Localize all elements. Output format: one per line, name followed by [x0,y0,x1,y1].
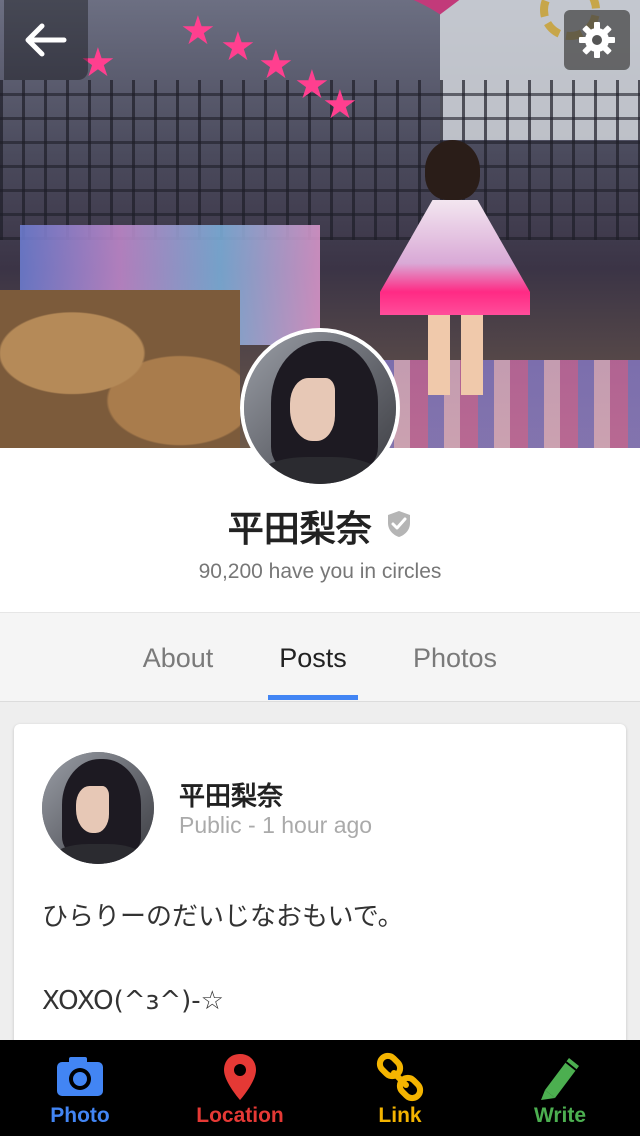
link-icon [376,1052,424,1102]
circles-count: 90,200 have you in circles [198,560,442,583]
write-label: Write [533,1104,587,1127]
profile-tabs: About Posts Photos [0,612,640,702]
link-label: Link [378,1104,422,1127]
pencil-icon [541,1058,579,1100]
location-label: Location [196,1104,284,1127]
tab-photos[interactable]: Photos [390,613,520,703]
post-card[interactable]: 平田梨奈 Public - 1 hour ago ひらりーのだいじなおもいで。 … [14,724,626,1054]
tab-posts[interactable]: Posts [253,613,373,703]
post-text-line: ひらりーのだいじなおもいで。 [42,902,404,932]
active-tab-indicator [268,695,358,700]
profile-name: 平田梨奈 [227,509,372,550]
gear-icon [579,22,615,58]
location-button[interactable]: Location [160,1040,320,1136]
write-button[interactable]: Write [480,1040,640,1136]
profile-avatar[interactable] [240,328,400,488]
cover-star: ★ [322,83,358,127]
settings-button[interactable] [564,10,630,70]
post-author-avatar[interactable] [42,752,154,864]
cover-star: ★ [180,9,216,53]
post-text-line: XOXO(^з^)-☆ [42,986,224,1016]
back-button[interactable] [4,0,88,80]
profile-name-row: 平田梨奈 [0,500,640,552]
photo-button[interactable]: Photo [0,1040,160,1136]
location-pin-icon [224,1054,256,1100]
tab-about[interactable]: About [118,613,238,703]
post-meta: Public - 1 hour ago [179,812,373,838]
photo-label: Photo [50,1104,110,1127]
bottom-action-bar: Photo Location Link Write [0,1040,640,1136]
post-author-name[interactable]: 平田梨奈 [179,776,283,813]
verified-shield-icon [386,510,412,543]
cover-star: ★ [258,43,294,87]
cover-star: ★ [220,25,256,69]
cover-hay-bales [0,290,240,448]
link-button[interactable]: Link [320,1040,480,1136]
cover-performer [380,140,530,395]
arrow-left-icon [25,23,67,57]
camera-icon [57,1057,103,1096]
